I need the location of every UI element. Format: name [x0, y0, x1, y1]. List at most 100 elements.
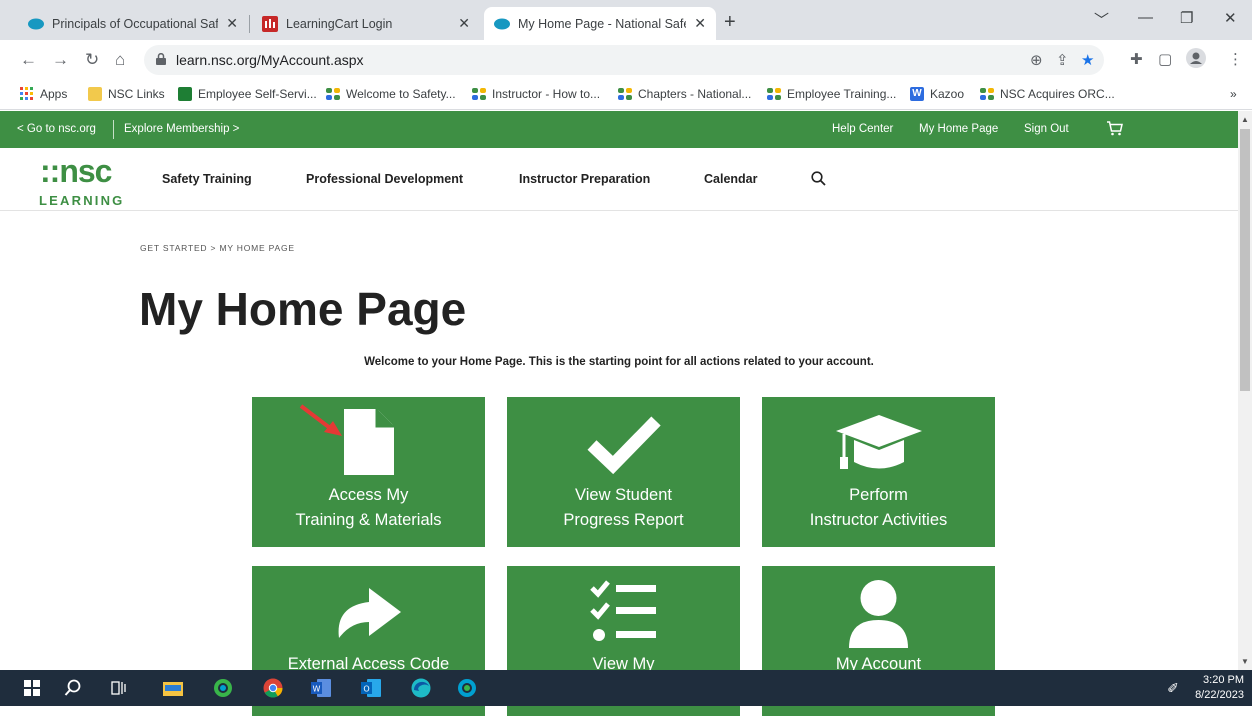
tab-occupational-safety[interactable]: Principals of Occupational Safety ✕: [18, 7, 248, 40]
scroll-down-arrow-icon[interactable]: ▼: [1241, 657, 1249, 666]
sign-out-link[interactable]: Sign Out: [1024, 123, 1069, 135]
divider: [113, 120, 114, 139]
svg-text:O: O: [363, 685, 369, 694]
address-bar[interactable]: learn.nsc.org/MyAccount.aspx ⊕ ⇪ ★: [144, 45, 1104, 75]
graduation-cap-icon: [762, 407, 995, 479]
minimize-button[interactable]: —: [1138, 9, 1153, 26]
word-icon[interactable]: W: [310, 677, 332, 699]
home-button[interactable]: ⌂: [115, 50, 125, 70]
forward-button[interactable]: →: [52, 50, 69, 70]
bookmark-apps[interactable]: Apps: [20, 87, 67, 101]
share-arrow-icon: [252, 576, 485, 648]
nsc-dots-icon: [980, 88, 994, 100]
bookmark-nsc-acquires-orc[interactable]: NSC Acquires ORC...: [980, 87, 1115, 101]
tab-learningcart-login[interactable]: LearningCart Login ✕: [252, 7, 480, 40]
tile-label: Access My: [328, 486, 409, 504]
page-scrollbar[interactable]: ▲ ▼: [1238, 111, 1252, 670]
windows-start-icon[interactable]: [21, 677, 43, 699]
bookmark-welcome-to-safety[interactable]: Welcome to Safety...: [326, 87, 456, 101]
browser-toolbar: ← → ↻ ⌂ learn.nsc.org/MyAccount.aspx ⊕ ⇪…: [0, 40, 1252, 80]
new-tab-button[interactable]: +: [724, 11, 736, 34]
nav-safety-training[interactable]: Safety Training: [162, 172, 252, 186]
user-icon: [762, 576, 995, 648]
bookmark-label: Chapters - National...: [638, 87, 752, 101]
tile-label: Instructor Activities: [809, 511, 948, 529]
nav-instructor-preparation[interactable]: Instructor Preparation: [519, 172, 650, 186]
tile-view-student-progress[interactable]: View Student Progress Report: [507, 397, 740, 547]
kazoo-w-icon: W: [910, 87, 924, 101]
restore-button[interactable]: ❐: [1180, 9, 1193, 27]
tab-my-home-page[interactable]: My Home Page - National Safety ✕: [484, 7, 716, 40]
bookmark-label: NSC Links: [108, 87, 165, 101]
explore-membership-link[interactable]: Explore Membership >: [124, 123, 239, 135]
close-tab-icon[interactable]: ✕: [694, 15, 706, 32]
bookmark-kazoo[interactable]: W Kazoo: [910, 87, 964, 101]
tile-label: View Student: [575, 486, 672, 504]
bookmark-label: NSC Acquires ORC...: [1000, 87, 1115, 101]
tile-label: Progress Report: [563, 511, 684, 529]
nav-calendar[interactable]: Calendar: [704, 172, 758, 186]
nsc-logo[interactable]: ::nsc: [40, 153, 112, 190]
page-title: My Home Page: [139, 283, 467, 335]
close-window-button[interactable]: ✕: [1224, 9, 1237, 27]
checkmark-icon: [507, 407, 740, 479]
profile-avatar-icon[interactable]: [1186, 48, 1206, 72]
tile-access-training-materials[interactable]: Access My Training & Materials: [252, 397, 485, 547]
employee-portal-icon: [178, 87, 192, 101]
bookmark-nsc-links[interactable]: NSC Links: [88, 87, 165, 101]
bookmark-instructor-how-to[interactable]: Instructor - How to...: [472, 87, 600, 101]
clock-time: 3:20 PM: [1203, 674, 1244, 686]
nsc-logo-learning: LEARNING: [39, 193, 125, 208]
share-icon[interactable]: ⇪: [1056, 51, 1069, 69]
close-tab-icon[interactable]: ✕: [226, 15, 238, 32]
document-icon: [252, 407, 485, 479]
outlook-icon[interactable]: O: [360, 677, 382, 699]
nsc-dots-icon: [326, 88, 340, 100]
edge-icon[interactable]: [410, 677, 432, 699]
bookmark-label: Instructor - How to...: [492, 87, 601, 101]
checklist-icon: [507, 576, 740, 648]
search-icon[interactable]: [811, 171, 826, 186]
scrollbar-thumb[interactable]: [1240, 129, 1250, 391]
breadcrumb: GET STARTED > MY HOME PAGE: [140, 243, 295, 253]
tab-separator: [249, 15, 250, 33]
back-button[interactable]: ←: [20, 50, 37, 70]
bookmark-employee-training[interactable]: Employee Training...: [767, 87, 896, 101]
task-view-icon[interactable]: [108, 677, 130, 699]
tab-title: My Home Page - National Safety: [518, 16, 687, 31]
zoom-icon[interactable]: ⊕: [1030, 51, 1043, 69]
file-explorer-icon[interactable]: [162, 677, 184, 699]
cart-icon[interactable]: [1106, 121, 1123, 136]
close-tab-icon[interactable]: ✕: [458, 15, 470, 32]
windows-taskbar: W O ✐ 3:20 PM 8/22/2023: [0, 670, 1252, 706]
go-to-nsc-link[interactable]: < Go to nsc.org: [17, 123, 96, 135]
svg-text:W: W: [313, 685, 321, 694]
my-home-page-link[interactable]: My Home Page: [919, 123, 998, 135]
salesforce-cloud-icon: [494, 16, 510, 32]
red-annotation-arrow-icon: [299, 404, 342, 436]
chrome-icon[interactable]: [262, 677, 284, 699]
search-icon[interactable]: [62, 677, 84, 699]
clock-date: 8/22/2023: [1195, 689, 1244, 701]
bookmark-label: Employee Training...: [787, 87, 897, 101]
bookmark-star-icon[interactable]: ★: [1081, 51, 1094, 69]
side-panel-icon[interactable]: ▢: [1158, 50, 1172, 68]
webex-meetings-icon[interactable]: [456, 677, 478, 699]
lock-icon: [156, 53, 166, 65]
more-bookmarks-button[interactable]: »: [1230, 87, 1237, 101]
tile-perform-instructor-activities[interactable]: Perform Instructor Activities: [762, 397, 995, 547]
pen-tray-icon[interactable]: ✐: [1162, 677, 1184, 699]
help-center-link[interactable]: Help Center: [832, 123, 893, 135]
extensions-puzzle-icon[interactable]: ✚: [1130, 50, 1143, 68]
scroll-up-arrow-icon[interactable]: ▲: [1241, 115, 1249, 124]
bookmark-label: Apps: [40, 87, 68, 101]
tab-search-icon[interactable]: ﹀: [1094, 9, 1109, 30]
bookmark-chapters-national[interactable]: Chapters - National...: [618, 87, 751, 101]
chrome-menu-icon[interactable]: ⋮: [1228, 50, 1243, 68]
bookmark-employee-self-service[interactable]: Employee Self-Servi...: [178, 87, 317, 101]
webex-icon[interactable]: [212, 677, 234, 699]
system-clock[interactable]: 3:20 PM 8/22/2023: [1195, 673, 1244, 703]
nav-professional-development[interactable]: Professional Development: [306, 172, 463, 186]
welcome-text: Welcome to your Home Page. This is the s…: [364, 356, 874, 368]
reload-button[interactable]: ↻: [85, 50, 99, 70]
